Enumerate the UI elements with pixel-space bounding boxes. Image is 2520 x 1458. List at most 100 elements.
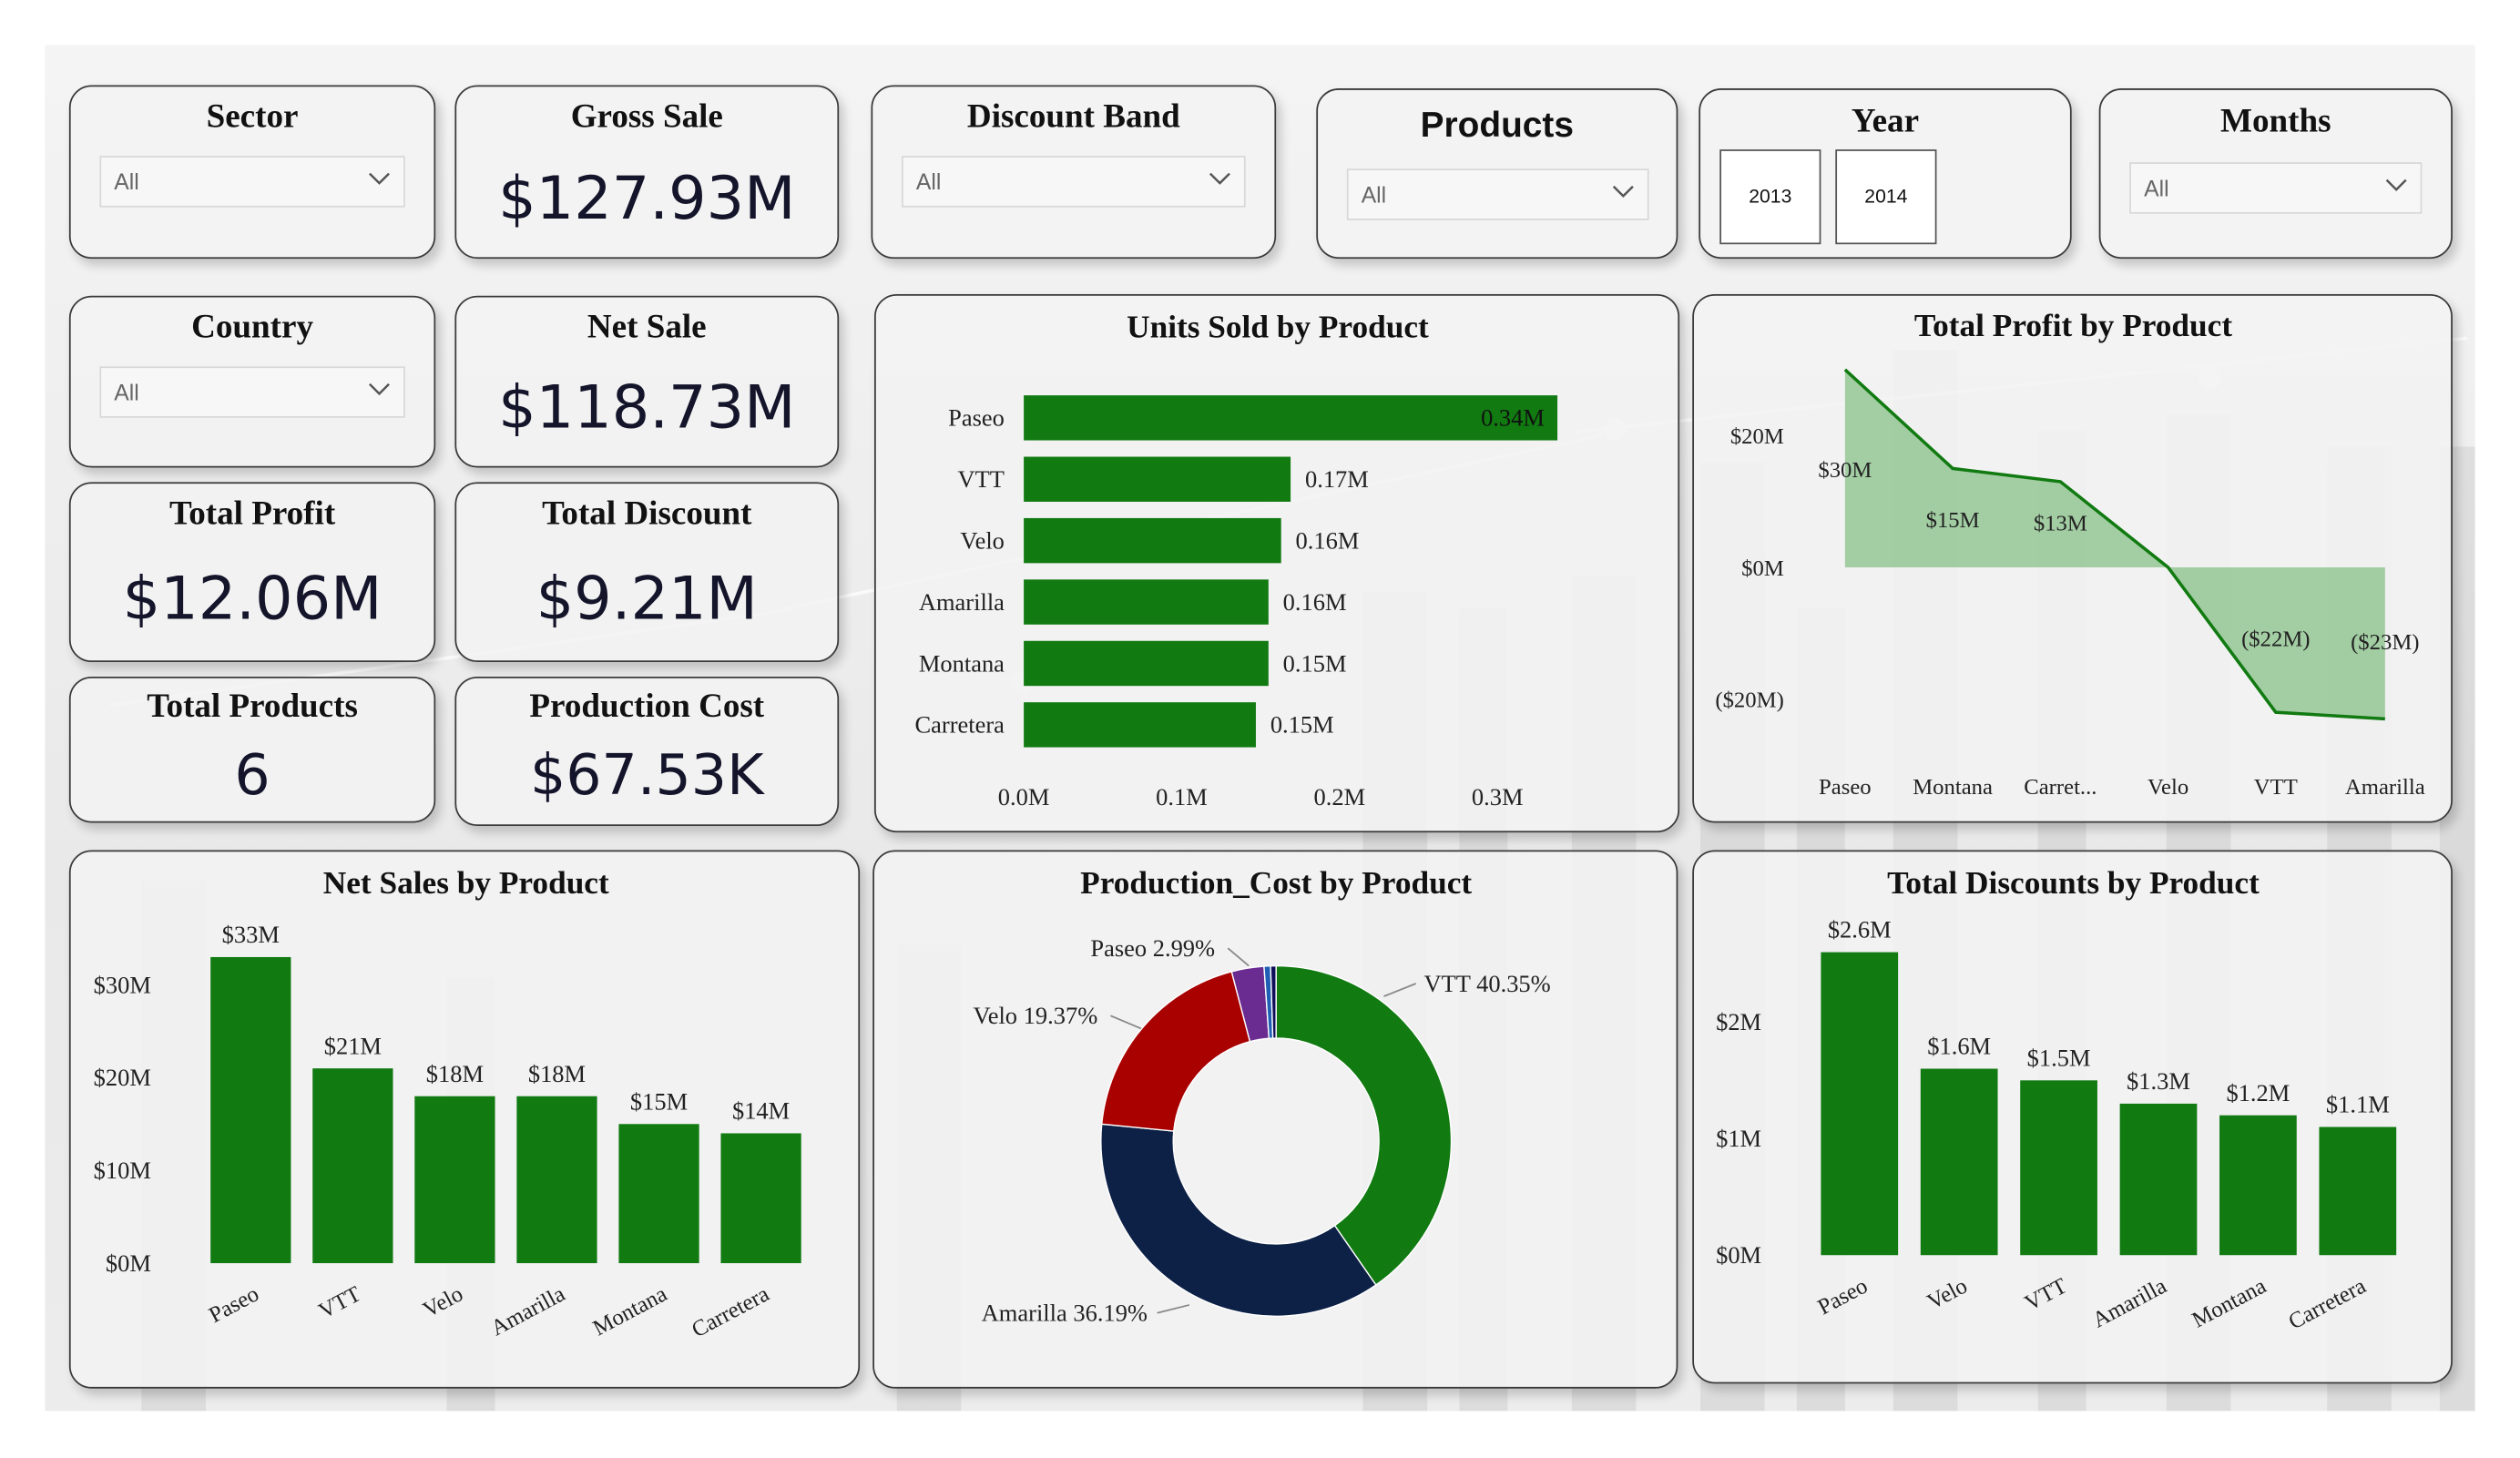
- data-label: ($23M): [2351, 630, 2419, 655]
- bar: [1024, 702, 1256, 748]
- bar: [618, 1124, 699, 1264]
- x-tick-label: 0.0M: [998, 783, 1050, 811]
- production-cost-value: $67.53K: [529, 744, 764, 809]
- y-tick-label: $20M: [94, 1064, 151, 1091]
- months-slicer-title: Months: [2220, 101, 2331, 140]
- discount-band-slicer-title: Discount Band: [966, 96, 1180, 136]
- category-label: Paseo: [1819, 775, 1872, 800]
- data-label: 0.16M: [1283, 588, 1347, 616]
- chart-title: Total Discounts by Product: [1887, 865, 2260, 901]
- data-label: $33M: [222, 921, 280, 948]
- total-products-card: Total Products 6: [68, 676, 436, 823]
- y-tick-label: $0M: [1716, 1241, 1761, 1269]
- category-label: Montana: [919, 649, 1005, 677]
- category-label: VTT: [315, 1281, 365, 1323]
- bar: [210, 956, 291, 1264]
- total-discounts-chart: Total Discounts by Product $0M $1M $2M $2.6M…: [1716, 865, 2397, 1334]
- total-profit-chart-card: Total Profit by Product $20M $0M ($20M) $30M…: [1692, 293, 2453, 823]
- country-slicer-title: Country: [191, 307, 313, 346]
- production-cost-label: Production Cost: [529, 686, 765, 725]
- discount-band-dropdown[interactable]: All: [901, 156, 1246, 208]
- products-slicer-title: Products: [1420, 104, 1574, 145]
- y-tick-label: $30M: [94, 971, 151, 998]
- net-sales-chart: Net Sales by Product $0M $10M $20M $30M $33M P…: [94, 865, 801, 1342]
- total-profit-value: $12.06M: [122, 564, 383, 634]
- data-label: $21M: [324, 1032, 382, 1059]
- gross-sale-card: Gross Sale $127.93M: [454, 85, 840, 260]
- chart-title: Net Sales by Product: [323, 865, 609, 901]
- data-label: $15M: [1926, 508, 1980, 533]
- bar: [2219, 1115, 2297, 1256]
- y-tick-label: $20M: [1730, 424, 1784, 449]
- category-label: Velo: [1923, 1274, 1972, 1315]
- bar: [2020, 1080, 2097, 1256]
- total-discounts-chart-card: Total Discounts by Product $0M $1M $2M $2.6M…: [1692, 850, 2453, 1384]
- total-products-label: Total Products: [147, 686, 358, 725]
- units-sold-chart: Units Sold by Product Paseo 0.34M VTT 0.17M V…: [914, 310, 1558, 811]
- total-profit-card: Total Profit $12.06M: [68, 482, 436, 663]
- bar: [1024, 517, 1281, 564]
- year-option-2014[interactable]: 2014: [1835, 149, 1937, 245]
- production-cost-chart: Production_Cost by Product VTT 40.35% Amar…: [974, 865, 1551, 1327]
- bar: [1024, 640, 1269, 687]
- bar: [312, 1068, 393, 1264]
- production-cost-card: Production Cost $67.53K: [454, 676, 840, 827]
- data-label: $1.5M: [2027, 1044, 2091, 1071]
- data-label: $13M: [2034, 511, 2087, 535]
- bar: [1024, 395, 1558, 441]
- country-dropdown-value: All: [114, 379, 139, 405]
- category-label: Paseo: [948, 404, 1005, 432]
- country-dropdown[interactable]: All: [99, 366, 405, 418]
- category-label: Montana: [589, 1281, 671, 1341]
- category-label: Carretera: [2284, 1273, 2370, 1334]
- total-discount-label: Total Discount: [542, 493, 752, 533]
- country-slicer: Country All: [68, 295, 436, 468]
- data-label: $15M: [630, 1087, 688, 1115]
- category-label: VTT: [2021, 1274, 2071, 1316]
- data-label: $1.1M: [2326, 1091, 2390, 1118]
- products-dropdown[interactable]: All: [1346, 168, 1649, 220]
- chevron-down-icon: [369, 382, 390, 396]
- bar: [1920, 1068, 1998, 1256]
- products-dropdown-value: All: [1361, 181, 1387, 208]
- sector-slicer-title: Sector: [206, 96, 299, 136]
- discount-band-dropdown-value: All: [915, 168, 942, 195]
- total-discount-card: Total Discount $9.21M: [454, 482, 840, 663]
- discount-band-slicer: Discount Band All: [871, 85, 1277, 260]
- total-profit-chart: Total Profit by Product $20M $0M ($20M) $30M…: [1715, 308, 2424, 800]
- data-label: 0.16M: [1296, 526, 1360, 554]
- y-tick-label: $1M: [1716, 1125, 1761, 1152]
- slice-label: Paseo 2.99%: [1090, 934, 1215, 962]
- category-label: Velo: [419, 1281, 467, 1322]
- y-tick-label: $2M: [1716, 1008, 1761, 1035]
- category-label: Carretera: [688, 1281, 773, 1342]
- data-label: $1.6M: [1927, 1033, 1991, 1060]
- sector-dropdown[interactable]: All: [99, 156, 405, 208]
- data-label: 0.15M: [1283, 649, 1347, 677]
- slice-label: Amarilla 36.19%: [982, 1300, 1148, 1327]
- bar: [1821, 952, 1899, 1256]
- year-option-2013[interactable]: 2013: [1719, 149, 1821, 245]
- x-tick-label: 0.1M: [1156, 783, 1208, 811]
- data-label: $1.3M: [2127, 1067, 2190, 1095]
- category-label: Paseo: [205, 1281, 263, 1328]
- sector-slicer: Sector All: [68, 85, 436, 260]
- months-dropdown[interactable]: All: [2129, 162, 2423, 214]
- total-profit-label: Total Profit: [168, 493, 336, 533]
- net-sale-card: Net Sale $118.73M: [454, 295, 840, 468]
- chevron-down-icon: [1612, 185, 1634, 199]
- total-discount-value: $9.21M: [536, 564, 758, 634]
- leader-line: [1383, 983, 1417, 997]
- chart-title: Total Profit by Product: [1914, 308, 2232, 343]
- slice-label: Velo 19.37%: [974, 1002, 1098, 1029]
- data-label: 0.34M: [1481, 404, 1545, 432]
- category-label: Paseo: [1814, 1274, 1872, 1320]
- bar: [516, 1096, 597, 1264]
- data-label: $1.2M: [2226, 1079, 2290, 1106]
- pie-slice: [1100, 1123, 1377, 1317]
- bar: [1024, 579, 1269, 625]
- bar: [2319, 1127, 2397, 1256]
- category-label: Velo: [960, 526, 1005, 554]
- category-label: VTT: [957, 465, 1004, 493]
- units-sold-chart-card: Units Sold by Product Paseo 0.34M VTT 0.17M V…: [873, 293, 1680, 833]
